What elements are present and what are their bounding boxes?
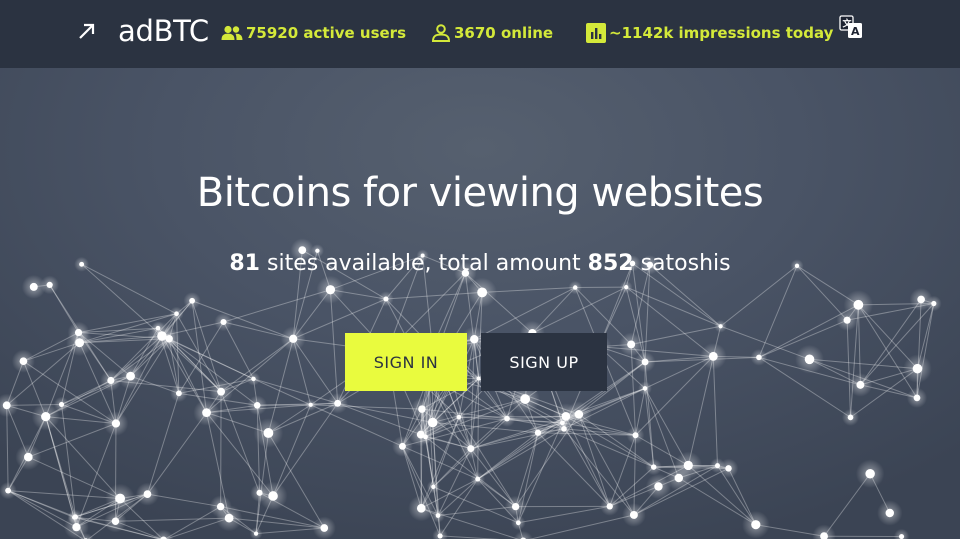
hero-subtitle: 81 sites available, total amount 852 sat… xyxy=(0,251,960,276)
unit-text: satoshis xyxy=(633,251,731,276)
online-users-text: 3670 online xyxy=(454,24,554,42)
translate-icon[interactable]: 文 A xyxy=(839,14,863,40)
bar-chart-icon xyxy=(586,23,606,43)
active-users-stat: 75920 active users xyxy=(221,22,406,44)
sign-up-button[interactable]: SIGN UP xyxy=(481,333,607,391)
online-users-stat: 3670 online xyxy=(431,22,553,44)
sites-text: sites available, total amount xyxy=(260,251,588,276)
sign-in-button[interactable]: SIGN IN xyxy=(345,333,467,391)
sites-count: 81 xyxy=(229,251,260,276)
users-icon xyxy=(221,25,243,40)
impressions-text: ~1142k impressions today xyxy=(609,24,834,42)
top-navbar: adBTC 75920 active users 3670 online ~11… xyxy=(0,0,960,68)
arrow-up-right-icon[interactable] xyxy=(76,20,98,42)
svg-text:A: A xyxy=(851,25,860,38)
active-users-text: 75920 active users xyxy=(246,24,407,42)
site-logo[interactable]: adBTC xyxy=(118,14,209,48)
network-background-image xyxy=(0,238,942,539)
hero-section: Bitcoins for viewing websites 81 sites a… xyxy=(0,68,960,539)
impressions-stat: ~1142k impressions today xyxy=(586,22,833,44)
total-amount: 852 xyxy=(587,251,634,276)
hero-title: Bitcoins for viewing websites xyxy=(196,170,764,216)
user-icon xyxy=(431,24,451,42)
